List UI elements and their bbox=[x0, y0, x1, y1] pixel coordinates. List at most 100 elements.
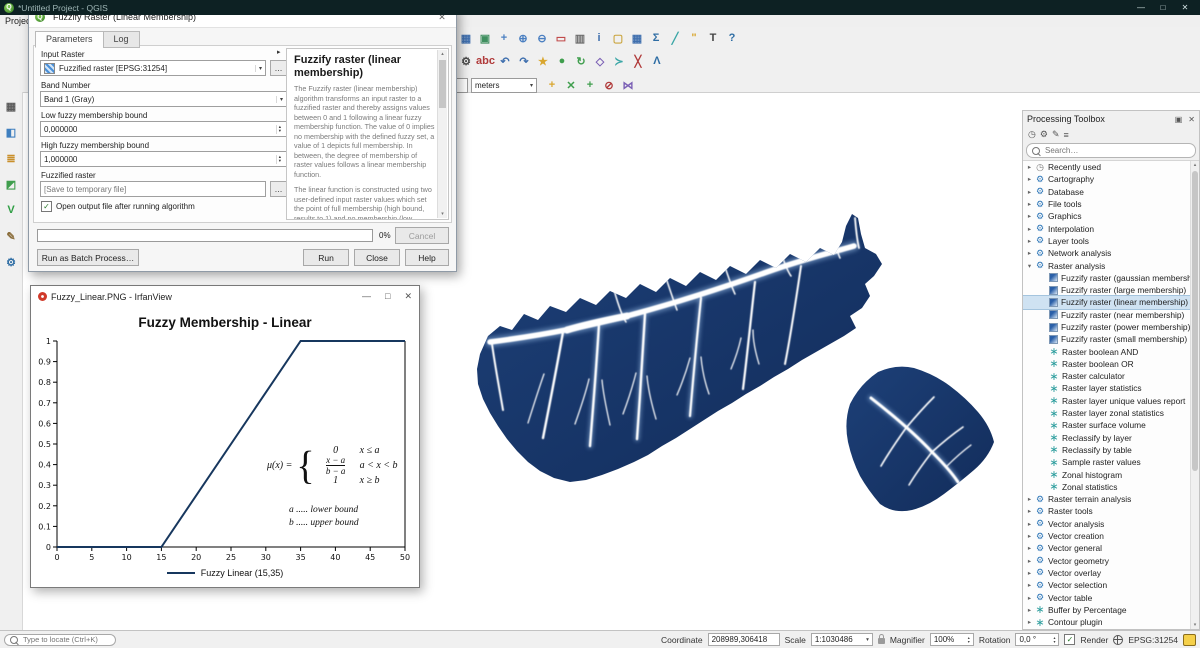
toolbox-item-cartography[interactable]: ▸⚙Cartography bbox=[1023, 173, 1191, 185]
topological-editing-icon[interactable]: ⋈ bbox=[619, 76, 637, 94]
toolbox-item-raster-calculator[interactable]: ∗Raster calculator bbox=[1023, 370, 1191, 382]
chevron-collapsed-icon[interactable]: ▸ bbox=[1025, 175, 1034, 183]
crs-status-button[interactable]: EPSG:31254 bbox=[1128, 635, 1178, 645]
messages-icon[interactable] bbox=[1183, 634, 1196, 646]
toolbox-item-vector-general[interactable]: ▸⚙Vector general bbox=[1023, 542, 1191, 554]
toolbox-item-raster-tools[interactable]: ▸⚙Raster tools bbox=[1023, 505, 1191, 517]
measure-line-icon[interactable]: ╱ bbox=[666, 29, 684, 47]
toolbox-item-vector-table[interactable]: ▸⚙Vector table bbox=[1023, 591, 1191, 603]
scroll-up-icon[interactable]: ▴ bbox=[1191, 162, 1199, 168]
models-icon[interactable]: ⚙ bbox=[1040, 129, 1048, 140]
layer-styling-icon[interactable]: ◩ bbox=[3, 176, 19, 192]
window-minimize-icon[interactable]: — bbox=[1130, 3, 1152, 12]
scroll-down-icon[interactable]: ▾ bbox=[438, 211, 447, 217]
band-number-combo[interactable]: Band 1 (Gray) ▾ bbox=[40, 91, 287, 107]
chevron-collapsed-icon[interactable]: ▸ bbox=[1025, 225, 1034, 233]
browser-panel-icon[interactable]: ◧ bbox=[3, 124, 19, 140]
map-tips-icon[interactable]: " bbox=[685, 29, 703, 47]
pan-map-icon[interactable]: + bbox=[495, 29, 513, 47]
toolbox-item-vector-overlay[interactable]: ▸⚙Vector overlay bbox=[1023, 567, 1191, 579]
chevron-collapsed-icon[interactable]: ▸ bbox=[1025, 237, 1034, 245]
chevron-collapsed-icon[interactable]: ▸ bbox=[1025, 200, 1034, 208]
chevron-collapsed-icon[interactable]: ▸ bbox=[1025, 163, 1034, 171]
toolbox-item-interpolation[interactable]: ▸⚙Interpolation bbox=[1023, 222, 1191, 234]
chevron-collapsed-icon[interactable]: ▸ bbox=[1025, 520, 1034, 528]
toolbox-item-reclassify-by-table[interactable]: ∗Reclassify by table bbox=[1023, 444, 1191, 456]
chevron-collapsed-icon[interactable]: ▸ bbox=[1025, 569, 1034, 577]
refresh-map-icon[interactable]: ↻ bbox=[572, 52, 590, 70]
toolbox-scrollbar[interactable]: ▴ ▾ bbox=[1190, 161, 1199, 629]
new-print-layout-icon[interactable]: ▭ bbox=[552, 29, 570, 47]
new-map-view-icon[interactable]: ▣ bbox=[476, 29, 494, 47]
identify-features-icon[interactable]: i bbox=[590, 29, 608, 47]
toolbox-item-raster-layer-statistics[interactable]: ∗Raster layer statistics bbox=[1023, 382, 1191, 394]
spin-down-icon[interactable]: ▾ bbox=[279, 129, 281, 134]
chevron-collapsed-icon[interactable]: ▸ bbox=[1025, 532, 1034, 540]
vertex-tool-icon[interactable]: ╳ bbox=[629, 52, 647, 70]
close-panel-icon[interactable]: ✕ bbox=[1188, 115, 1195, 124]
text-annotation-icon[interactable]: T bbox=[704, 29, 722, 47]
avoid-intersections-icon[interactable]: ⊘ bbox=[600, 76, 618, 94]
close-button[interactable]: Close bbox=[354, 249, 400, 266]
window-minimize-icon[interactable]: — bbox=[362, 291, 371, 302]
run-as-batch-button[interactable]: Run as Batch Process… bbox=[37, 249, 139, 266]
toolbox-item-vector-creation[interactable]: ▸⚙Vector creation bbox=[1023, 530, 1191, 542]
lock-icon[interactable] bbox=[878, 638, 885, 644]
toolbox-search-box[interactable] bbox=[1026, 143, 1196, 158]
toolbox-item-raster-layer-zonal-statistics[interactable]: ∗Raster layer zonal statistics bbox=[1023, 407, 1191, 419]
layers-panel-icon[interactable]: ≣ bbox=[3, 150, 19, 166]
toolbox-item-zonal-statistics[interactable]: ∗Zonal statistics bbox=[1023, 481, 1191, 493]
zoom-in-icon[interactable]: ⊕ bbox=[514, 29, 532, 47]
chevron-collapsed-icon[interactable]: ▸ bbox=[1025, 557, 1034, 565]
cancel-button[interactable]: Cancel bbox=[395, 227, 449, 244]
scripts-icon[interactable]: ✎ bbox=[1052, 129, 1060, 140]
python-console-icon[interactable]: ≻ bbox=[610, 52, 628, 70]
save-project-icon[interactable]: ▦ bbox=[457, 29, 475, 47]
magnifier-spinbox[interactable]: 100% ▴ ▾ bbox=[930, 633, 974, 646]
toolbox-item-raster-surface-volume[interactable]: ∗Raster surface volume bbox=[1023, 419, 1191, 431]
run-active-task-icon[interactable]: ● bbox=[553, 52, 571, 70]
toolbox-item-fuzzify-raster-linear-membership[interactable]: Fuzzify raster (linear membership) bbox=[1023, 296, 1191, 308]
toolbox-item-vector-analysis[interactable]: ▸⚙Vector analysis bbox=[1023, 518, 1191, 530]
open-output-checkbox[interactable]: ✓ bbox=[41, 201, 52, 212]
chevron-collapsed-icon[interactable]: ▸ bbox=[1025, 249, 1034, 257]
rotation-spinbox[interactable]: 0,0 ° ▴ ▾ bbox=[1015, 633, 1059, 646]
scroll-down-icon[interactable]: ▾ bbox=[1191, 622, 1199, 628]
toolbox-item-raster-boolean-and[interactable]: ∗Raster boolean AND bbox=[1023, 345, 1191, 357]
toolbox-item-fuzzify-raster-large-membership[interactable]: Fuzzify raster (large membership) bbox=[1023, 284, 1191, 296]
chevron-collapsed-icon[interactable]: ▸ bbox=[1025, 212, 1034, 220]
snapping-options-icon[interactable]: ◇ bbox=[591, 52, 609, 70]
window-maximize-icon[interactable]: □ bbox=[385, 291, 390, 302]
chevron-collapsed-icon[interactable]: ▸ bbox=[1025, 507, 1034, 515]
toolbox-item-fuzzify-raster-gaussian-membership[interactable]: Fuzzify raster (gaussian membership) bbox=[1023, 272, 1191, 284]
toolbox-item-raster-terrain-analysis[interactable]: ▸⚙Raster terrain analysis bbox=[1023, 493, 1191, 505]
irfanview-titlebar[interactable]: Fuzzy_Linear.PNG - IrfanView — □ ✕ bbox=[31, 286, 419, 308]
low-bound-spinbox[interactable]: 0,000000 ▴ ▾ bbox=[40, 121, 287, 137]
toolbox-item-reclassify-by-layer[interactable]: ∗Reclassify by layer bbox=[1023, 432, 1191, 444]
toolbox-item-contour-plugin[interactable]: ▸∗Contour plugin bbox=[1023, 616, 1191, 628]
input-raster-browse-button[interactable]: … bbox=[270, 60, 287, 76]
toolbox-item-zonal-histogram[interactable]: ∗Zonal histogram bbox=[1023, 468, 1191, 480]
toolbox-item-sample-raster-values[interactable]: ∗Sample raster values bbox=[1023, 456, 1191, 468]
run-button[interactable]: Run bbox=[303, 249, 349, 266]
window-maximize-icon[interactable]: □ bbox=[1152, 3, 1174, 12]
edit-tools-icon[interactable]: ✎ bbox=[3, 228, 19, 244]
toolbox-item-vector-geometry[interactable]: ▸⚙Vector geometry bbox=[1023, 555, 1191, 567]
toolbox-item-buffer-by-percentage[interactable]: ▸∗Buffer by Percentage bbox=[1023, 604, 1191, 616]
toolbox-item-layer-tools[interactable]: ▸⚙Layer tools bbox=[1023, 235, 1191, 247]
snap-to-segment-icon[interactable]: + bbox=[581, 76, 599, 94]
toolbox-item-network-analysis[interactable]: ▸⚙Network analysis bbox=[1023, 247, 1191, 259]
zoom-out-icon[interactable]: ⊖ bbox=[533, 29, 551, 47]
toolbox-item-graphics[interactable]: ▸⚙Graphics bbox=[1023, 210, 1191, 222]
input-raster-combo[interactable]: Fuzzified raster [EPSG:31254] ▾ bbox=[40, 60, 266, 76]
redo-icon[interactable]: ↷ bbox=[515, 52, 533, 70]
locator-box[interactable] bbox=[4, 634, 116, 646]
toolbox-item-raster-layer-unique-values-report[interactable]: ∗Raster layer unique values report bbox=[1023, 395, 1191, 407]
spin-down-icon[interactable]: ▾ bbox=[1053, 640, 1055, 644]
output-raster-field[interactable]: [Save to temporary file] bbox=[40, 181, 266, 197]
output-browse-button[interactable]: … bbox=[270, 181, 287, 197]
scrollbar-thumb[interactable] bbox=[439, 60, 446, 108]
toolbox-item-database[interactable]: ▸⚙Database bbox=[1023, 186, 1191, 198]
locator-input[interactable] bbox=[21, 634, 110, 645]
undo-icon[interactable]: ↶ bbox=[496, 52, 514, 70]
